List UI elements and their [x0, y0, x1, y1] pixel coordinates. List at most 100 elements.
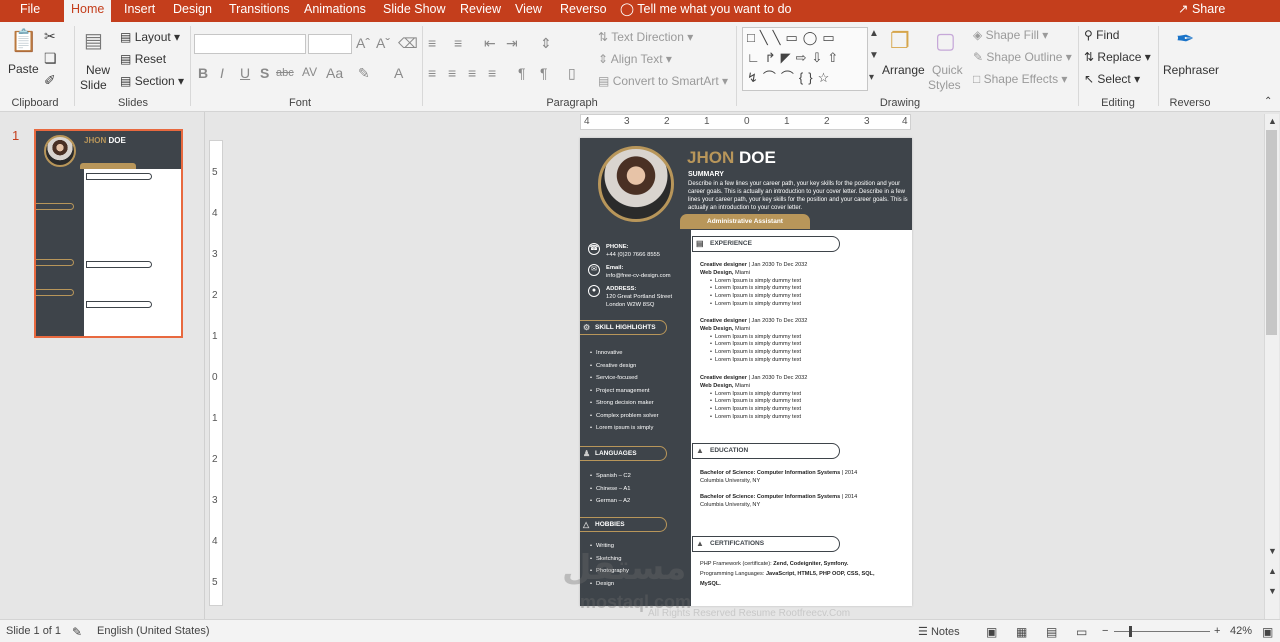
shape-row-1[interactable]: □╲╲▭◯▭ [747, 28, 840, 48]
certifications-heading[interactable]: ▲ CERTIFICATIONS [692, 536, 840, 552]
arrange-button[interactable]: Arrange [882, 63, 925, 77]
slide-sorter-icon[interactable]: ▦ [1016, 625, 1027, 639]
collapse-ribbon-icon[interactable]: ⌃ [1264, 96, 1272, 107]
slide-canvas[interactable]: JHON DOE SUMMARY Describe in a few lines… [580, 138, 912, 606]
clear-format-icon[interactable]: ⌫ [398, 35, 418, 52]
new-slide-label-2[interactable]: Slide [80, 78, 107, 92]
shadow-icon[interactable]: S [260, 65, 269, 81]
change-case-icon[interactable]: Aa [326, 65, 343, 81]
section-button[interactable]: ▤ Section ▾ [120, 74, 184, 88]
text-direction-button[interactable]: ⇅ Text Direction ▾ [598, 30, 693, 44]
cut-icon[interactable]: ✂ [44, 28, 56, 45]
tab-reverso[interactable]: Reverso [558, 0, 609, 22]
columns-icon[interactable]: ▯ [568, 65, 576, 82]
hobbies-heading[interactable]: △ HOBBIES [580, 517, 667, 532]
paste-icon[interactable]: 📋 [10, 28, 37, 54]
tab-design[interactable]: Design [171, 0, 214, 22]
numbering-icon[interactable]: ≡ [454, 35, 462, 51]
strikethrough-icon[interactable]: abc [276, 67, 294, 79]
zoom-slider-handle[interactable] [1129, 626, 1132, 637]
summary-title[interactable]: SUMMARY [688, 171, 724, 178]
increase-font-icon[interactable]: Aˆ [356, 35, 370, 51]
tab-review[interactable]: Review [458, 0, 503, 22]
highlight-icon[interactable]: ✎ [358, 65, 370, 82]
shape-row-2[interactable]: ∟↱◤⇨⇩⇧ [747, 48, 843, 68]
format-painter-icon[interactable]: ✐ [44, 72, 56, 89]
copy-icon[interactable]: ❏ [44, 50, 57, 67]
zoom-level[interactable]: 42% [1230, 625, 1252, 637]
line-spacing-icon[interactable]: ⇕ [540, 35, 552, 52]
font-name-combo[interactable] [194, 34, 306, 54]
decrease-indent-icon[interactable]: ⇤ [484, 35, 496, 52]
languages-list[interactable]: Spanish – C2 Chinese – A1 German – A2 [590, 470, 631, 508]
scrollbar-thumb[interactable] [1266, 130, 1277, 335]
reading-view-icon[interactable]: ▤ [1046, 625, 1057, 639]
tab-file[interactable]: File [18, 0, 42, 22]
shape-effects-button[interactable]: □ Shape Effects ▾ [973, 72, 1067, 86]
role-badge[interactable]: Administrative Assistant [680, 214, 810, 229]
previous-slide-icon[interactable]: ▲ [1268, 566, 1277, 576]
job-entry[interactable]: Creative designer | Jan 2030 To Dec 2032… [700, 318, 905, 365]
tab-view[interactable]: View [513, 0, 544, 22]
quick-styles-label-1[interactable]: Quick [932, 63, 963, 77]
education-entry[interactable]: Bachelor of Science: Computer Informatio… [700, 493, 905, 509]
replace-button[interactable]: ⇅ Replace ▾ [1084, 50, 1151, 64]
resume-name[interactable]: JHON DOE [687, 148, 776, 168]
shape-outline-button[interactable]: ✎ Shape Outline ▾ [973, 50, 1072, 64]
justify-icon[interactable]: ≡ [488, 65, 496, 81]
skills-list[interactable]: Innovative Creative design Service-focus… [590, 347, 659, 435]
reset-button[interactable]: ▤ Reset [120, 52, 166, 66]
tab-slide-show[interactable]: Slide Show [381, 0, 448, 22]
bullets-icon[interactable]: ≡ [428, 35, 436, 51]
next-slide-icon[interactable]: ▼ [1268, 586, 1277, 596]
rephraser-button[interactable]: Rephraser [1163, 63, 1219, 77]
char-spacing-icon[interactable]: AV [302, 65, 317, 79]
new-slide-label-1[interactable]: New [86, 63, 110, 77]
rephraser-icon[interactable]: ✒ [1176, 26, 1194, 52]
align-right-icon[interactable]: ≡ [468, 65, 476, 81]
increase-indent-icon[interactable]: ⇥ [506, 35, 518, 52]
paste-button[interactable]: Paste [8, 62, 39, 76]
align-left-icon[interactable]: ≡ [428, 65, 436, 81]
quick-styles-label-2[interactable]: Styles [928, 78, 961, 92]
fit-to-window-icon[interactable]: ▣ [1262, 625, 1273, 639]
zoom-out-icon[interactable]: − [1102, 625, 1108, 637]
profile-photo[interactable] [598, 146, 674, 222]
spell-check-icon[interactable]: ✎ [72, 625, 82, 639]
slideshow-icon[interactable]: ▭ [1076, 625, 1087, 639]
font-size-combo[interactable] [308, 34, 352, 54]
bold-icon[interactable]: B [198, 65, 208, 81]
summary-text[interactable]: Describe in a few lines your career path… [688, 180, 908, 212]
share-button[interactable]: ↗ Share [1178, 0, 1225, 22]
gallery-more-icon[interactable]: ▾ [869, 72, 874, 83]
tab-animations[interactable]: Animations [302, 0, 368, 22]
normal-view-icon[interactable]: ▣ [986, 625, 997, 639]
education-entry[interactable]: Bachelor of Science: Computer Informatio… [700, 469, 905, 485]
scroll-down-icon[interactable]: ▼ [1268, 546, 1277, 556]
language-indicator[interactable]: English (United States) [97, 625, 210, 637]
italic-icon[interactable]: I [220, 65, 224, 81]
layout-button[interactable]: ▤ Layout ▾ [120, 30, 180, 44]
education-heading[interactable]: ▲ EDUCATION [692, 443, 840, 459]
align-center-icon[interactable]: ≡ [448, 65, 456, 81]
new-slide-icon[interactable]: ▤ [84, 28, 103, 53]
gallery-up-icon[interactable]: ▲ [869, 28, 879, 39]
tab-home[interactable]: Home [64, 0, 112, 22]
shapes-gallery[interactable]: □╲╲▭◯▭ ∟↱◤⇨⇩⇧ ↯⌒⌒{}☆ [742, 27, 868, 91]
ltr-icon[interactable]: ¶ [540, 65, 548, 81]
quick-styles-icon[interactable]: ▢ [935, 28, 956, 54]
convert-smartart-button[interactable]: ▤ Convert to SmartArt ▾ [598, 74, 728, 88]
shape-row-3[interactable]: ↯⌒⌒{}☆ [747, 68, 834, 88]
gallery-down-icon[interactable]: ▼ [869, 50, 879, 61]
tab-transitions[interactable]: Transitions [227, 0, 292, 22]
underline-icon[interactable]: U [240, 65, 250, 81]
job-entry[interactable]: Creative designer | Jan 2030 To Dec 2032… [700, 375, 905, 422]
align-text-button[interactable]: ⇕ Align Text ▾ [598, 52, 672, 66]
find-button[interactable]: ⚲ Find [1084, 28, 1119, 42]
slide-thumbnail[interactable]: JHON DOE [34, 129, 183, 338]
scroll-up-icon[interactable]: ▲ [1268, 116, 1277, 126]
shape-fill-button[interactable]: ◈ Shape Fill ▾ [973, 28, 1048, 42]
job-entry[interactable]: Creative designer | Jan 2030 To Dec 2032… [700, 262, 905, 309]
font-color-icon[interactable]: A [394, 65, 403, 81]
zoom-in-icon[interactable]: + [1214, 625, 1220, 637]
